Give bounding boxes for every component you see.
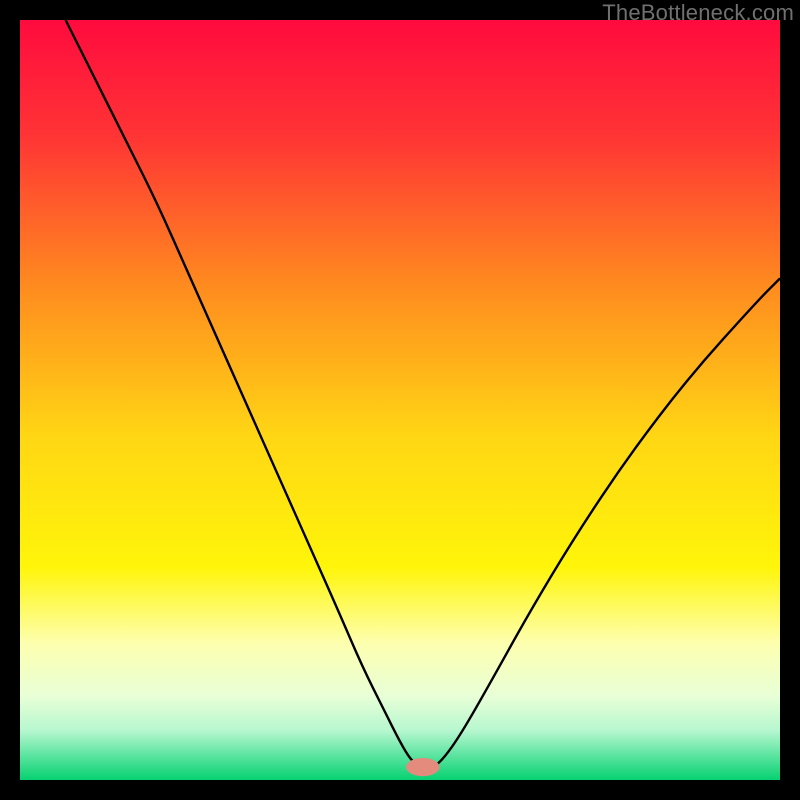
bottleneck-chart xyxy=(20,20,780,780)
chart-frame: TheBottleneck.com xyxy=(0,0,800,800)
optimal-point-marker xyxy=(406,758,439,776)
chart-background xyxy=(20,20,780,780)
